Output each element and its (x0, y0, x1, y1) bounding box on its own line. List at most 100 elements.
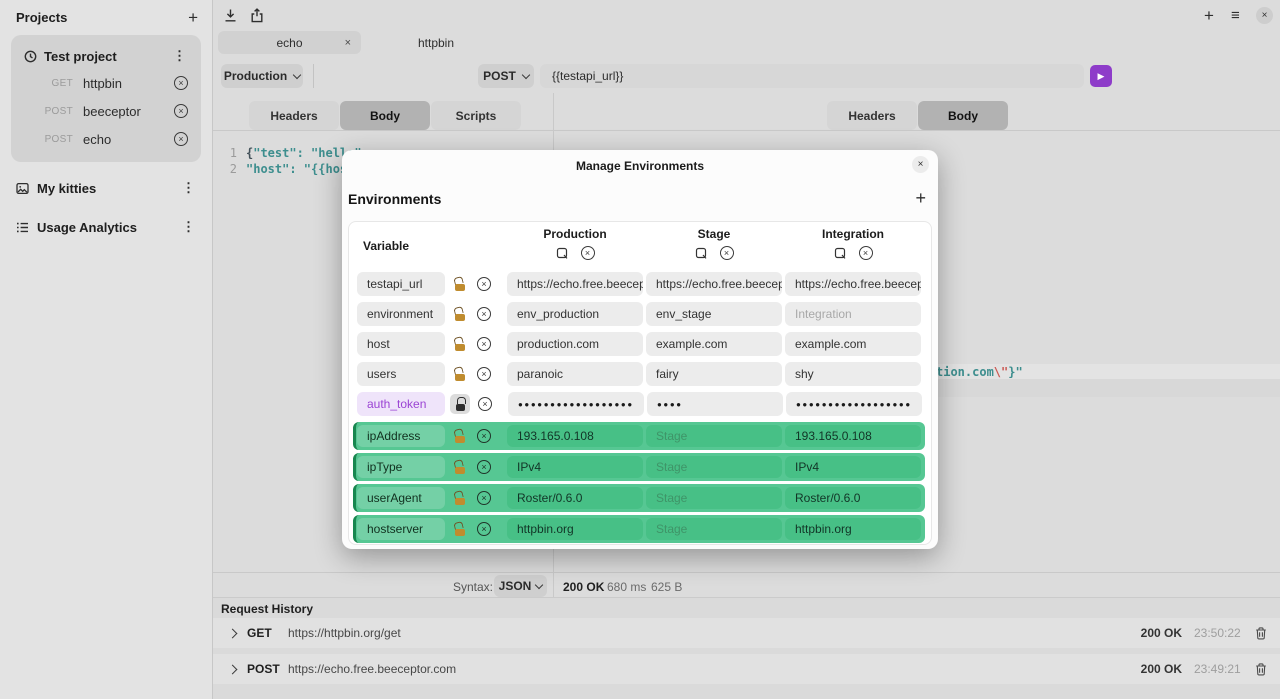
chevron-right-icon[interactable] (228, 664, 238, 674)
tab-echo[interactable]: echo × (218, 31, 361, 54)
delete-variable-icon[interactable]: × (477, 460, 491, 474)
delete-variable-icon[interactable]: × (477, 277, 491, 291)
variable-name-input[interactable]: ipType (357, 456, 445, 478)
tab-response-headers[interactable]: Headers (827, 101, 917, 130)
variable-name-input[interactable]: testapi_url (357, 272, 445, 296)
duplicate-environment-icon[interactable] (834, 247, 847, 260)
delete-variable-icon[interactable]: × (477, 367, 491, 381)
value-input-production[interactable]: Roster/0.6.0 (507, 487, 643, 509)
unlock-icon[interactable] (451, 275, 469, 293)
kebab-icon[interactable]: ⋮ (179, 180, 198, 196)
value-input-integration[interactable]: example.com (785, 332, 921, 356)
delete-variable-icon[interactable]: × (477, 522, 491, 536)
value-input-integration[interactable]: https://echo.free.beecepto (785, 272, 921, 296)
share-icon[interactable] (250, 8, 264, 23)
window-close-button[interactable]: × (1256, 7, 1273, 24)
tab-response-body[interactable]: Body (918, 101, 1008, 130)
variable-name-input[interactable]: userAgent (357, 487, 445, 509)
value-input-stage[interactable]: Stage (646, 518, 782, 540)
value-input-integration[interactable]: IPv4 (785, 456, 921, 478)
add-project-button[interactable]: + (188, 11, 198, 25)
delete-environment-icon[interactable]: × (859, 246, 873, 260)
unlock-icon[interactable] (451, 520, 469, 538)
delete-variable-icon[interactable]: × (477, 337, 491, 351)
value-input-stage[interactable]: env_stage (646, 302, 782, 326)
variable-name-input[interactable]: hostserver (357, 518, 445, 540)
history-row[interactable]: GET https://httpbin.org/get 200 OK 23:50… (213, 618, 1280, 648)
url-input[interactable]: {{testapi_url}} (540, 64, 1084, 88)
sidebar-item-echo[interactable]: POST echo × (11, 125, 201, 153)
value-input-production[interactable]: https://echo.free.beecepto (507, 272, 643, 296)
duplicate-environment-icon[interactable] (556, 247, 569, 260)
delete-environment-icon[interactable]: × (581, 246, 595, 260)
unlock-icon[interactable] (451, 335, 469, 353)
value-input-stage[interactable]: https://echo.free.beecepto (646, 272, 782, 296)
delete-variable-icon[interactable]: × (478, 397, 492, 411)
duplicate-environment-icon[interactable] (695, 247, 708, 260)
modal-close-button[interactable]: × (912, 156, 929, 173)
tab-request-body[interactable]: Body (340, 101, 430, 130)
value-input-stage[interactable]: ●●●● (647, 392, 783, 416)
editor-line[interactable]: 1 { "test": "hello" (221, 145, 362, 161)
value-input-stage[interactable]: Stage (646, 487, 782, 509)
project-kebab-icon[interactable]: ⋮ (170, 48, 189, 64)
value-input-production[interactable]: production.com (507, 332, 643, 356)
sidebar-item-beeceptor[interactable]: POST beeceptor × (11, 97, 201, 125)
environment-selector[interactable]: Production (221, 64, 303, 88)
value-input-stage[interactable]: example.com (646, 332, 782, 356)
delete-variable-icon[interactable]: × (477, 307, 491, 321)
delete-variable-icon[interactable]: × (477, 429, 491, 443)
sidebar-item-usage-analytics[interactable]: Usage Analytics ⋮ (0, 207, 212, 246)
tab-request-scripts[interactable]: Scripts (431, 101, 521, 130)
unlock-icon[interactable] (451, 458, 469, 476)
unlock-icon[interactable] (451, 427, 469, 445)
close-tab-icon[interactable]: × (345, 37, 351, 49)
value-input-production[interactable]: env_production (507, 302, 643, 326)
variable-name-input[interactable]: environment (357, 302, 445, 326)
delete-variable-icon[interactable]: × (477, 491, 491, 505)
unlock-icon[interactable] (451, 365, 469, 383)
remove-request-icon[interactable]: × (174, 104, 188, 118)
lock-icon[interactable] (450, 394, 470, 414)
value-input-production[interactable]: IPv4 (507, 456, 643, 478)
value-input-integration[interactable]: 193.165.0.108 (785, 425, 921, 447)
add-tab-button[interactable]: + (1204, 6, 1214, 26)
value-input-integration[interactable]: ●●●●●●●●●●●●●●●●●● (786, 392, 922, 416)
kebab-icon[interactable]: ⋮ (179, 219, 198, 235)
trash-icon[interactable] (1255, 627, 1267, 640)
value-input-production[interactable]: 193.165.0.108 (507, 425, 643, 447)
menu-icon[interactable]: ≡ (1231, 7, 1240, 24)
remove-request-icon[interactable]: × (174, 132, 188, 146)
value-input-integration[interactable]: Roster/0.6.0 (785, 487, 921, 509)
value-input-production[interactable]: ●●●●●●●●●●●●●●●●●● (508, 392, 644, 416)
history-row[interactable]: POST https://echo.free.beeceptor.com 200… (213, 654, 1280, 684)
remove-request-icon[interactable]: × (174, 76, 188, 90)
delete-environment-icon[interactable]: × (720, 246, 734, 260)
value-input-integration[interactable]: Integration (785, 302, 921, 326)
value-input-integration[interactable]: shy (785, 362, 921, 386)
variable-name-input[interactable]: auth_token (357, 392, 445, 416)
sidebar-item-my-kitties[interactable]: My kitties ⋮ (0, 168, 212, 207)
add-environment-button[interactable]: + (915, 188, 926, 209)
unlock-icon[interactable] (451, 305, 469, 323)
method-selector[interactable]: POST (478, 64, 534, 88)
unlock-icon[interactable] (451, 489, 469, 507)
trash-icon[interactable] (1255, 663, 1267, 676)
value-input-stage[interactable]: fairy (646, 362, 782, 386)
download-icon[interactable] (223, 8, 238, 23)
send-request-button[interactable]: ▶ (1090, 65, 1112, 87)
editor-line[interactable]: 2 "host": "{{host (221, 161, 354, 177)
sidebar-item-httpbin[interactable]: GET httpbin × (11, 69, 201, 97)
value-input-production[interactable]: paranoic (507, 362, 643, 386)
project-card[interactable]: Test project ⋮ GET httpbin × POST beecep… (11, 35, 201, 162)
variable-name-input[interactable]: host (357, 332, 445, 356)
value-input-stage[interactable]: Stage (646, 456, 782, 478)
value-input-stage[interactable]: Stage (646, 425, 782, 447)
tab-httpbin[interactable]: httpbin (383, 31, 489, 54)
chevron-right-icon[interactable] (228, 628, 238, 638)
value-input-integration[interactable]: httpbin.org (785, 518, 921, 540)
value-input-production[interactable]: httpbin.org (507, 518, 643, 540)
tab-request-headers[interactable]: Headers (249, 101, 339, 130)
variable-name-input[interactable]: users (357, 362, 445, 386)
variable-name-input[interactable]: ipAddress (357, 425, 445, 447)
